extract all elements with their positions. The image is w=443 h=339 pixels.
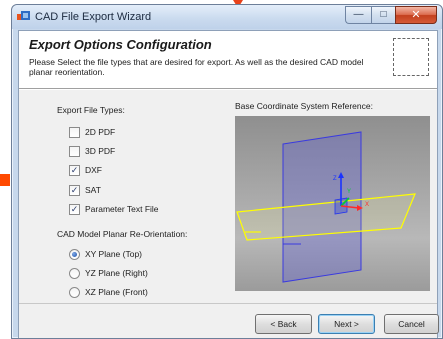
checkbox-label: SAT <box>85 185 101 195</box>
x-axis-label: X <box>365 202 370 208</box>
radio-xz-plane[interactable] <box>69 286 80 298</box>
checkbox-label: Parameter Text File <box>85 204 159 214</box>
radio-row-xy-plane[interactable]: XY Plane (Top) <box>69 248 142 260</box>
coordinate-system-illustration <box>236 131 416 283</box>
wizard-header: Export Options Configuration Please Sele… <box>19 31 437 89</box>
page-description: Please Select the file types that are de… <box>29 57 364 77</box>
y-axis-label: Y <box>347 189 352 195</box>
footer-separator <box>19 303 437 304</box>
coordinate-reference-label: Base Coordinate System Reference: <box>235 101 373 111</box>
page-title: Export Options Configuration <box>29 37 212 52</box>
checkbox-row-sat[interactable]: ✓ SAT <box>69 184 101 196</box>
next-button[interactable]: Next > <box>318 314 375 334</box>
wizard-client-area: Export Options Configuration Please Sele… <box>18 30 439 338</box>
planar-reorientation-label: CAD Model Planar Re-Orientation: <box>57 229 188 239</box>
checkbox-row-parameter-text-file[interactable]: ✓ Parameter Text File <box>69 203 159 215</box>
window-controls: — □ ✕ <box>345 6 437 24</box>
checkbox-sat[interactable]: ✓ <box>69 184 80 196</box>
close-button[interactable]: ✕ <box>395 6 437 24</box>
radio-xy-plane[interactable] <box>69 248 80 260</box>
checkmark-icon: ✓ <box>70 184 79 195</box>
app-icon <box>17 11 30 20</box>
radio-label: XZ Plane (Front) <box>85 287 148 297</box>
checkbox-row-dxf[interactable]: ✓ DXF <box>69 164 102 176</box>
checkmark-icon: ✓ <box>70 164 79 175</box>
checkbox-label: DXF <box>85 165 102 175</box>
wizard-body: Export File Types: 2D PDF 3D PDF ✓ DXF ✓… <box>19 90 439 338</box>
radio-yz-plane[interactable] <box>69 267 80 279</box>
export-file-types-label: Export File Types: <box>57 105 125 115</box>
z-axis-label: Z <box>333 176 337 182</box>
coordinate-system-preview: Z Y X <box>235 116 430 291</box>
maximize-button[interactable]: □ <box>371 6 395 24</box>
checkbox-dxf[interactable]: ✓ <box>69 164 80 176</box>
header-image-placeholder <box>393 38 429 76</box>
checkbox-label: 2D PDF <box>85 127 116 137</box>
close-icon: ✕ <box>411 8 421 21</box>
radio-label: YZ Plane (Right) <box>85 268 148 278</box>
minimize-icon: — <box>353 9 364 20</box>
radio-row-yz-plane[interactable]: YZ Plane (Right) <box>69 267 148 279</box>
external-orange-marker <box>0 174 10 186</box>
maximize-icon: □ <box>380 9 387 20</box>
checkbox-row-2d-pdf[interactable]: 2D PDF <box>69 126 115 138</box>
window-title: CAD File Export Wizard <box>35 11 152 23</box>
minimize-button[interactable]: — <box>345 6 371 24</box>
wizard-window: CAD File Export Wizard — □ ✕ Export Opti… <box>11 4 443 339</box>
checkbox-2d-pdf[interactable] <box>69 126 80 138</box>
title-bar[interactable]: CAD File Export Wizard — □ ✕ <box>12 5 442 29</box>
cancel-button[interactable]: Cancel <box>384 314 439 334</box>
radio-row-xz-plane[interactable]: XZ Plane (Front) <box>69 286 148 298</box>
checkmark-icon: ✓ <box>70 203 79 214</box>
radio-label: XY Plane (Top) <box>85 249 143 259</box>
back-button[interactable]: < Back <box>255 314 312 334</box>
checkbox-parameter-text-file[interactable]: ✓ <box>69 203 80 215</box>
checkbox-label: 3D PDF <box>85 146 116 156</box>
checkbox-3d-pdf[interactable] <box>69 145 80 157</box>
checkbox-row-3d-pdf[interactable]: 3D PDF <box>69 145 115 157</box>
